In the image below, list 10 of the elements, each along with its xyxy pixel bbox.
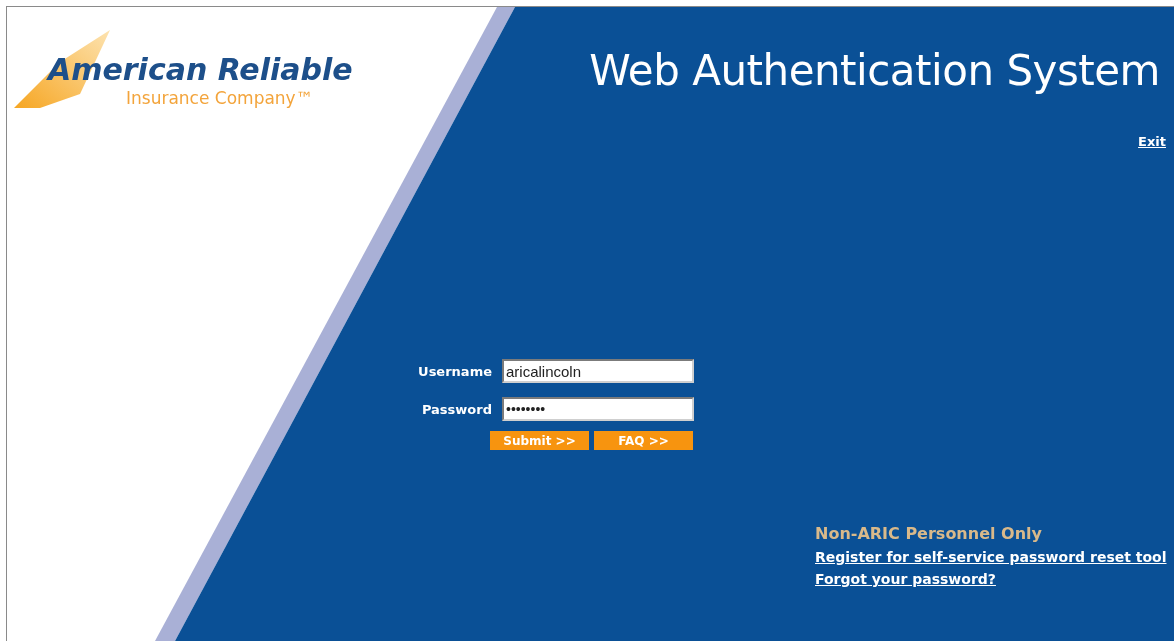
help-link[interactable]: Forgot your password?	[815, 571, 996, 587]
field-label: Password	[420, 401, 492, 417]
input-field[interactable]: aricalincoln	[502, 359, 694, 383]
company-logo-tagline: Insurance Company™	[126, 88, 313, 108]
section-heading: Non-ARIC Personnel Only	[815, 524, 1042, 543]
help-link[interactable]: Register for self-service password reset tool	[815, 549, 1167, 565]
exit-link[interactable]: Exit	[1138, 134, 1166, 149]
input-field[interactable]: ••••••••	[502, 397, 694, 421]
page-title: Web Authentication System	[589, 46, 1160, 95]
field-label: Username	[417, 363, 492, 379]
